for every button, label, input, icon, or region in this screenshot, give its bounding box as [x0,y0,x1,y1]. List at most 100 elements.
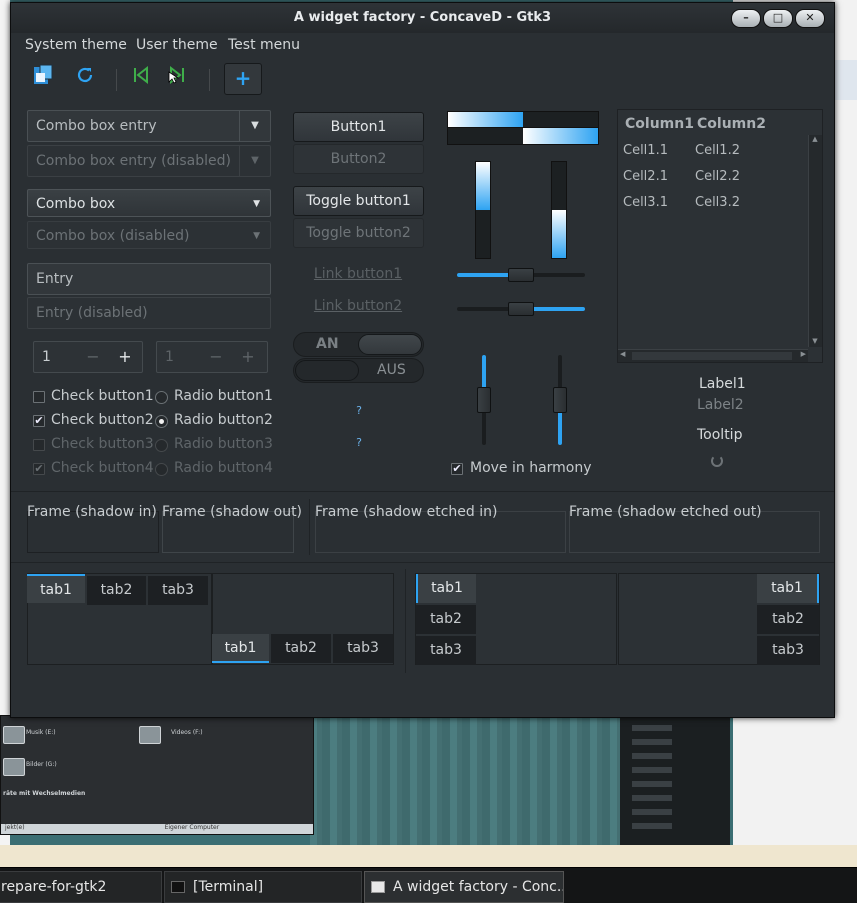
plus-icon[interactable]: + [110,342,140,372]
taskbar-item-prepare[interactable]: repare-for-gtk2 [0,871,162,903]
tab-right-3[interactable]: tab3 [757,636,819,665]
horizontal-separator [11,491,834,492]
spin-button[interactable]: 1 − + [33,341,143,373]
tooltip-label[interactable]: Tooltip [697,427,742,443]
spin-value[interactable]: 1 [42,342,51,372]
vertical-separator [309,499,310,555]
vscale-2-handle[interactable] [553,387,567,413]
widget-factory-window: A widget factory - ConcaveD - Gtk3 – □ ✕… [10,2,835,718]
tab-top-2[interactable]: tab2 [87,576,146,605]
tab-right-1[interactable]: tab1 [757,574,819,603]
frame-shadow-out-label: Frame (shadow out) [162,504,303,520]
switch-off[interactable]: AUS [293,358,424,383]
switch-knob[interactable] [295,360,359,381]
refresh-icon[interactable] [69,63,101,95]
check-button4-label: Check button4 [51,460,154,476]
vertical-scrollbar[interactable]: ▲ ▼ [808,135,822,347]
tree-cell[interactable]: Cell2.2 [695,169,740,184]
tab-right-2[interactable]: tab2 [757,605,819,634]
radio-button2-label[interactable]: Radio button2 [174,412,273,428]
check-button3-label: Check button3 [51,436,154,452]
radio-button3-label: Radio button3 [174,436,273,452]
hscale-1-handle[interactable] [508,268,534,282]
go-first-icon[interactable] [125,63,157,95]
missing-image-icon: ? [353,405,365,417]
scroll-up-icon[interactable]: ▲ [810,135,820,145]
check-button2-label[interactable]: Check button2 [51,412,154,428]
entry-field[interactable]: Entry [27,263,271,295]
close-button[interactable]: ✕ [795,9,825,28]
tree-view[interactable]: Column1 Column2 Cell1.1 Cell1.2 Cell2.1 … [617,109,823,363]
tab-left-2[interactable]: tab2 [416,605,476,634]
minimize-button[interactable]: – [731,9,761,28]
toolbar-separator [116,69,117,91]
go-last-icon[interactable] [161,63,193,95]
scroll-left-icon[interactable]: ◀ [620,350,625,358]
drive-icon [3,758,25,776]
tree-cell[interactable]: Cell1.1 [623,143,668,158]
switch-on[interactable]: AN [293,332,424,357]
chevron-down-icon: ▼ [239,146,270,176]
hscale-2-handle[interactable] [508,302,534,316]
minus-icon[interactable]: − [78,342,108,372]
combo-box-disabled-text: Combo box (disabled) [36,228,190,244]
vscale-1-handle[interactable] [477,387,491,413]
tree-cell[interactable]: Cell3.2 [695,195,740,210]
switch-knob[interactable] [358,334,422,355]
chevron-down-icon: ▼ [253,231,260,241]
tree-cell[interactable]: Cell3.1 [623,195,668,210]
combo-box-entry[interactable]: Combo box entry ▼ [27,110,271,142]
check-button2-box[interactable]: ✔ [33,415,45,427]
spin-disabled-value: 1 [165,349,174,365]
chevron-down-icon[interactable]: ▼ [239,111,270,141]
label1: Label1 [699,376,746,392]
add-icon[interactable]: + [224,63,262,95]
tab-bottom-2[interactable]: tab2 [271,634,331,663]
scrollbar-thumb[interactable] [632,352,792,360]
title-bar[interactable]: A widget factory - ConcaveD - Gtk3 – □ ✕ [11,3,834,33]
maximize-button[interactable]: □ [763,9,793,28]
frame-shadow-etched-out-label: Frame (shadow etched out) [569,504,762,520]
scroll-down-icon[interactable]: ▼ [810,337,820,347]
tree-cell[interactable]: Cell2.1 [623,169,668,184]
radio-button4-label: Radio button4 [174,460,273,476]
move-in-harmony-checkbox[interactable]: ✔ [451,463,463,475]
horizontal-scrollbar[interactable]: ◀ ▶ [618,349,808,362]
menu-system-theme[interactable]: System theme [25,37,127,53]
radio-button1[interactable] [155,391,168,404]
minus-icon: − [209,347,223,366]
radio-button1-label[interactable]: Radio button1 [174,388,273,404]
drive-icon [3,726,25,744]
check-button1-label[interactable]: Check button1 [51,388,154,404]
combo-box[interactable]: Combo box ▼ [27,189,271,217]
tab-left-3[interactable]: tab3 [416,636,476,665]
check-button1-box[interactable] [33,391,45,403]
entry-placeholder: Entry [36,271,74,287]
open-icon[interactable] [27,63,59,95]
progress-fill [476,162,490,210]
column2-header[interactable]: Column2 [697,116,766,132]
tab-left-1[interactable]: tab1 [416,574,476,603]
progress-bar-horizontal-2 [447,127,599,145]
button1[interactable]: Button1 [293,112,424,142]
link-button1[interactable]: Link button1 [293,266,423,282]
taskbar-item-widget-factory[interactable]: A widget factory - Conc... [364,871,564,903]
menu-user-theme[interactable]: User theme [136,37,218,53]
taskbar-item-terminal[interactable]: [Terminal] [164,871,362,903]
widget-area: Combo box entry ▼ Combo box entry (disab… [11,99,834,717]
tab-bottom-3[interactable]: tab3 [333,634,393,663]
check-button4-box: ✔ [33,462,45,475]
radio-button4 [155,463,168,476]
toggle-button1[interactable]: Toggle button1 [293,186,424,216]
tab-bottom-1[interactable]: tab1 [212,634,269,663]
tab-top-1[interactable]: tab1 [27,574,85,603]
menu-test-menu[interactable]: Test menu [228,37,300,53]
column1-header[interactable]: Column1 [625,116,694,132]
radio-button2[interactable] [155,415,168,428]
move-in-harmony-label[interactable]: Move in harmony [470,460,592,476]
check-button3-box [33,439,45,451]
tab-top-3[interactable]: tab3 [148,576,208,605]
tree-cell[interactable]: Cell1.2 [695,143,740,158]
menu-bar: System theme User theme Test menu [11,33,834,59]
scroll-right-icon[interactable]: ▶ [801,350,806,358]
